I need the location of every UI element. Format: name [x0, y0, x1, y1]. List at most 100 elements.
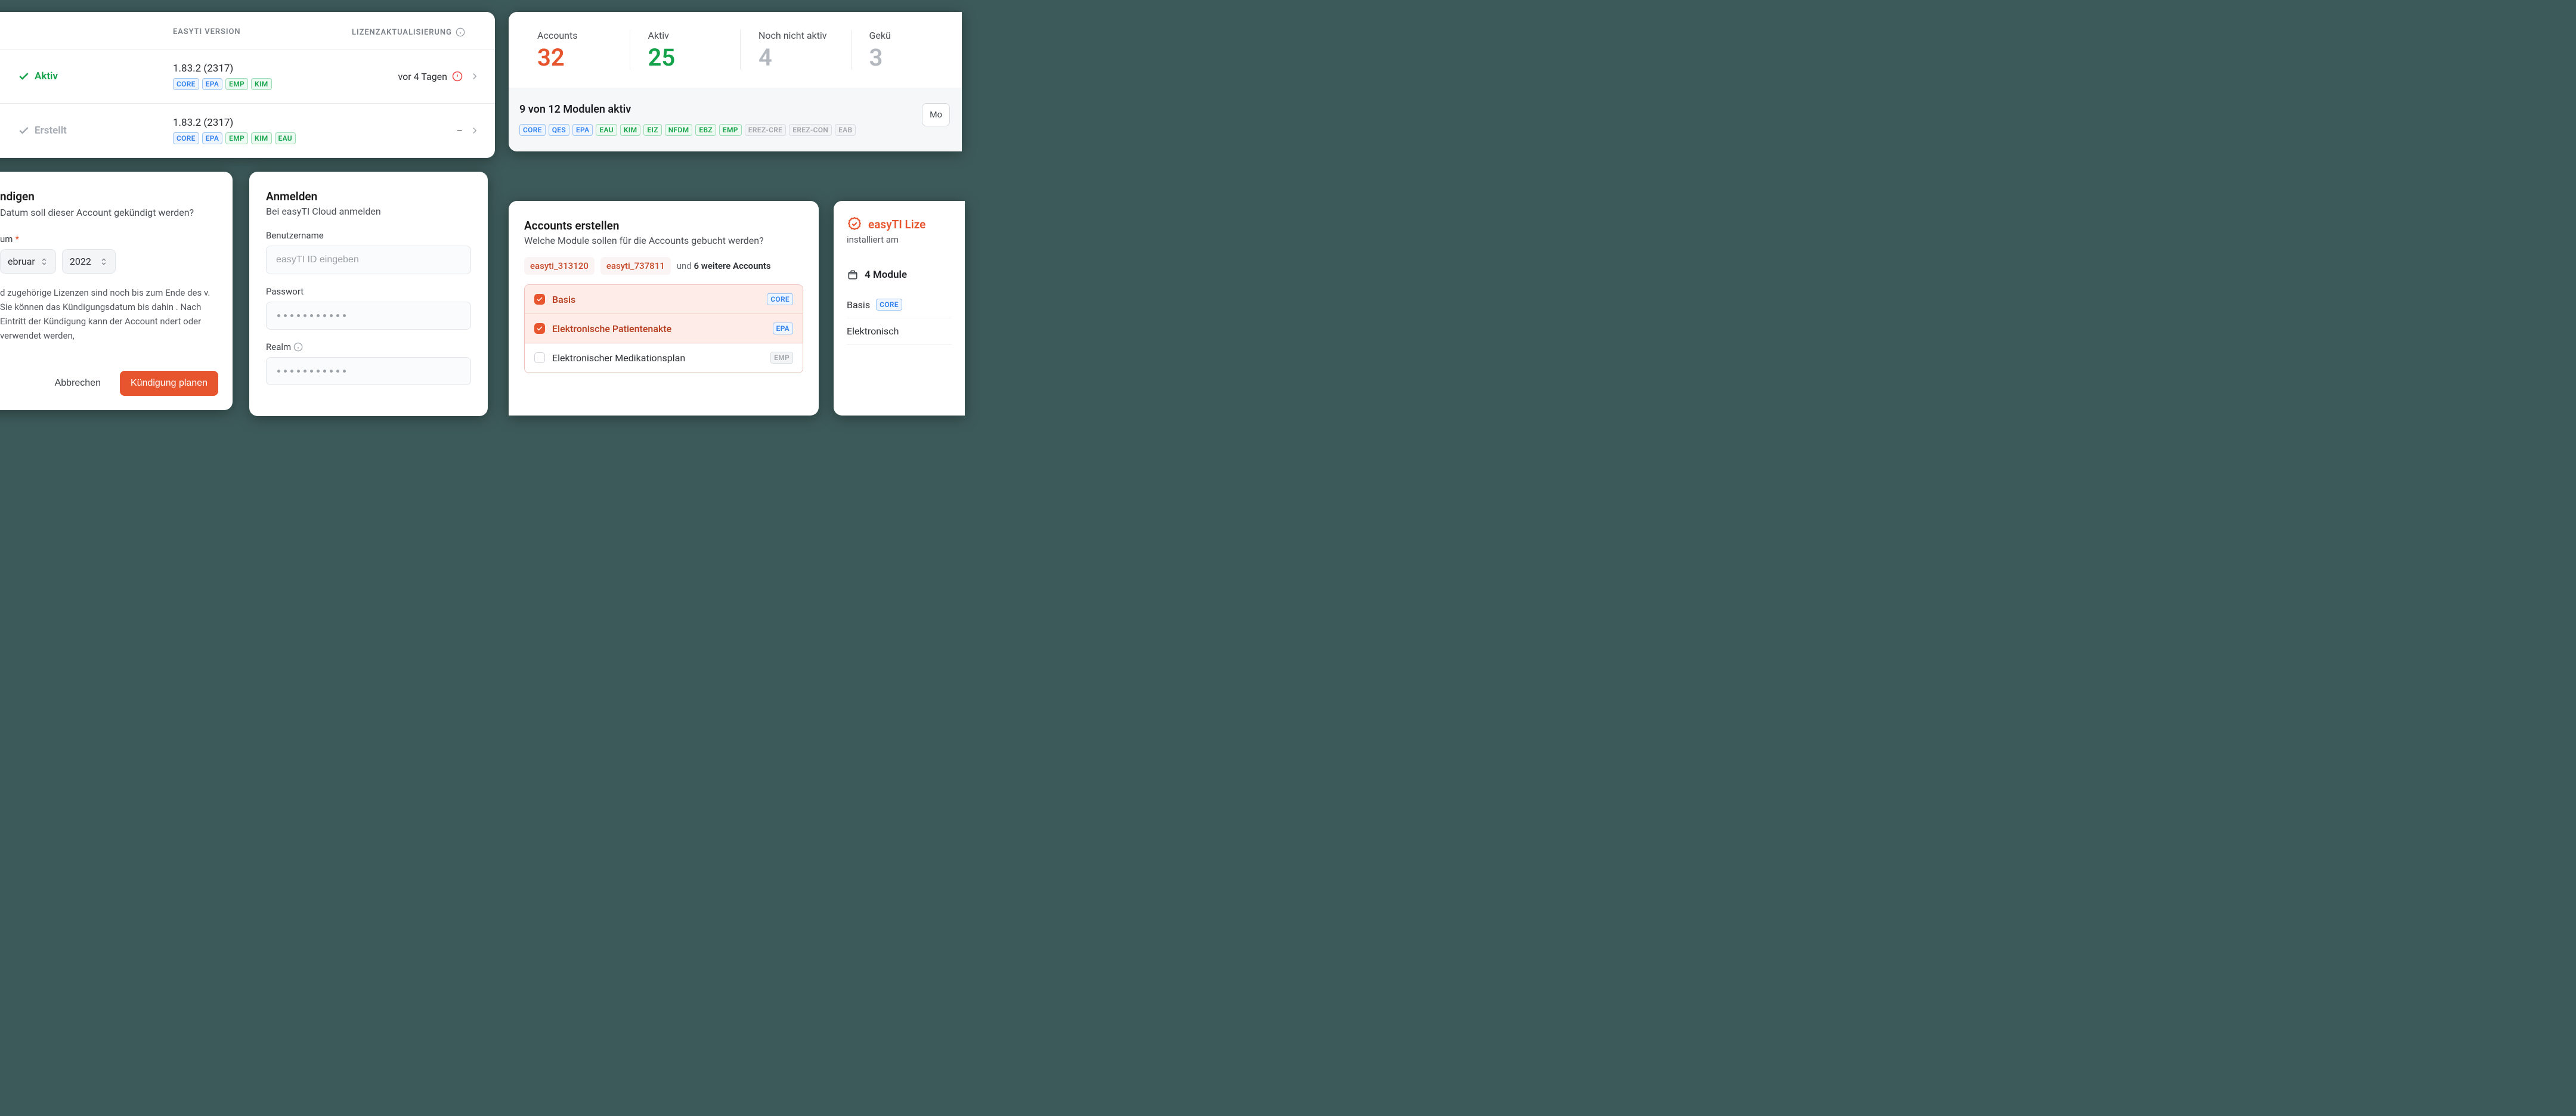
version-row-active[interactable]: Aktiv 1.83.2 (2317) COREEPAEMPKIM vor 4 …	[0, 49, 495, 104]
module-list: BasisCOREElektronische PatientenakteEPAE…	[524, 284, 803, 373]
module-row[interactable]: Elektronische PatientenakteEPA	[525, 314, 803, 343]
version-badges-1: COREEPAEMPKIM EAU	[173, 132, 352, 144]
version-badges-0: COREEPAEMPKIM	[173, 78, 352, 90]
create-subtitle: Welche Module sollen für die Accounts ge…	[524, 235, 803, 246]
badge-kim: KIM	[251, 78, 271, 90]
year-picker[interactable]: 2022	[62, 249, 116, 274]
badge-core: CORE	[876, 299, 902, 311]
badge-kim: KIM	[620, 124, 640, 136]
info-icon[interactable]	[456, 27, 465, 37]
realm-input[interactable]	[266, 357, 471, 385]
license-updated: vor 4 Tagen	[352, 71, 463, 82]
account-chips: easyti_313120 easyti_737811 und 6 weitere …	[524, 257, 803, 275]
badge-eau: EAU	[596, 124, 617, 136]
badge-core: CORE	[519, 124, 546, 136]
chevrons-up-down-icon	[100, 256, 108, 267]
badge-ebz: EBZ	[695, 124, 716, 136]
badge-core: CORE	[767, 293, 793, 305]
badge-core: CORE	[173, 132, 199, 144]
chevrons-up-down-icon	[40, 256, 48, 267]
stat-label: Gekü	[869, 30, 945, 41]
and-more-accounts: und 6 weitere Accounts	[677, 261, 771, 271]
badge-qes: QES	[549, 124, 569, 136]
create-accounts-card: Accounts erstellen Welche Module sollen …	[509, 201, 819, 416]
badge-epa: EPA	[202, 132, 222, 144]
username-input[interactable]	[266, 246, 471, 274]
badge-epa: EPA	[572, 124, 593, 136]
stat-accounts: Accounts 32	[519, 30, 630, 70]
stat-value: 25	[648, 46, 723, 70]
cancel-subtitle: Datum soll dieser Account gekündigt werd…	[0, 207, 218, 218]
warning-icon	[452, 71, 463, 82]
badge-kim: KIM	[251, 132, 271, 144]
status-created: Erstellt	[18, 125, 173, 137]
cancel-title: ndigen	[0, 190, 218, 203]
modules-badges: COREQESEPAEAUKIMEIZ NFDMEBZEMPEREZ-CREERE…	[519, 124, 856, 136]
badge-erez-con: EREZ-CON	[789, 124, 832, 136]
license-modules-heading: 4 Module	[847, 269, 952, 281]
cancel-note: d zugehörige Lizenzen sind noch bis zum …	[0, 286, 218, 343]
version-row-created[interactable]: Erstellt 1.83.2 (2317) COREEPAEMPKIMEAU …	[0, 104, 495, 158]
chevron-right-icon[interactable]	[469, 125, 480, 136]
badge-emp: EMP	[719, 124, 742, 136]
license-heading: easyTI Lize	[847, 216, 952, 232]
checkbox[interactable]	[534, 323, 545, 334]
module-label: Elektronischer Medikationsplan	[552, 352, 763, 364]
badge-erez-cre: EREZ-CRE	[745, 124, 786, 136]
login-card: Anmelden Bei easyTI Cloud anmelden Benut…	[249, 172, 488, 416]
accounts-stats-card: Accounts32Aktiv25Noch nicht aktiv4Gekü3 …	[509, 12, 962, 151]
license-subtitle: installiert am	[847, 234, 952, 245]
module-label: Basis	[552, 294, 760, 305]
chevron-right-icon[interactable]	[469, 71, 480, 82]
modules-button[interactable]: Mo	[922, 103, 950, 126]
badge-eau: EAU	[275, 132, 296, 144]
module-row[interactable]: Basis CORE	[525, 285, 803, 314]
realm-label: Realm	[266, 342, 471, 352]
badge-emp: EMP	[770, 352, 793, 364]
check-icon	[18, 125, 30, 137]
badge-emp: EMP	[225, 132, 248, 144]
stat-value: 3	[869, 46, 945, 70]
license-items: BasisCOREElektronisch	[847, 292, 952, 345]
login-title: Anmelden	[266, 190, 471, 203]
date-field-label: um*	[0, 234, 218, 244]
badge-emp: EMP	[225, 78, 248, 90]
password-input[interactable]	[266, 302, 471, 330]
stat-gekü: Gekü 3	[852, 30, 962, 70]
checkbox[interactable]	[534, 294, 545, 305]
status-active: Aktiv	[18, 70, 173, 82]
account-chip[interactable]: easyti_737811	[600, 257, 671, 275]
license-item: Elektronisch	[847, 318, 952, 345]
confirm-cancel-button[interactable]: Kündigung planen	[120, 371, 218, 396]
stat-value: 4	[758, 46, 833, 70]
account-chip[interactable]: easyti_313120	[524, 257, 595, 275]
version-string: 1.83.2 (2317)	[173, 117, 352, 129]
badge-core: CORE	[173, 78, 199, 90]
badge-nfdm: NFDM	[665, 124, 693, 136]
version-list-card: EASYTI VERSION LIZENZAKTUALISIERUNG Akti…	[0, 12, 495, 158]
modules-active-headline: 9 von 12 Modulen aktiv	[519, 103, 856, 116]
col-version: EASYTI VERSION	[173, 27, 352, 37]
username-label: Benutzername	[266, 230, 471, 241]
badge-eiz: EIZ	[643, 124, 661, 136]
info-icon[interactable]	[293, 342, 303, 352]
create-title: Accounts erstellen	[524, 219, 803, 232]
checkbox[interactable]	[534, 352, 545, 363]
stat-value: 32	[537, 46, 612, 70]
badge-eab: EAB	[835, 124, 856, 136]
license-card: easyTI Lize installiert am 4 Module Basi…	[834, 201, 965, 416]
module-row[interactable]: Elektronischer Medikationsplan EMP	[525, 343, 803, 373]
license-updated: –	[352, 125, 463, 137]
stat-noch-nicht-aktiv: Noch nicht aktiv4	[741, 30, 852, 70]
cancel-button[interactable]: Abbrechen	[44, 371, 112, 396]
cancel-account-card: ndigen Datum soll dieser Account gekündi…	[0, 172, 233, 410]
stats-row: Accounts 32 Aktiv25Noch nicht aktiv4 Gekü 3	[509, 12, 962, 88]
month-picker[interactable]: ebruar	[0, 249, 56, 274]
stat-label: Accounts	[537, 30, 612, 41]
version-header: EASYTI VERSION LIZENZAKTUALISIERUNG	[0, 12, 495, 49]
badge-epa: EPA	[202, 78, 222, 90]
stat-aktiv: Aktiv25	[630, 30, 741, 70]
version-string: 1.83.2 (2317)	[173, 63, 352, 75]
badge-epa: EPA	[773, 323, 793, 334]
check-icon	[18, 70, 30, 82]
